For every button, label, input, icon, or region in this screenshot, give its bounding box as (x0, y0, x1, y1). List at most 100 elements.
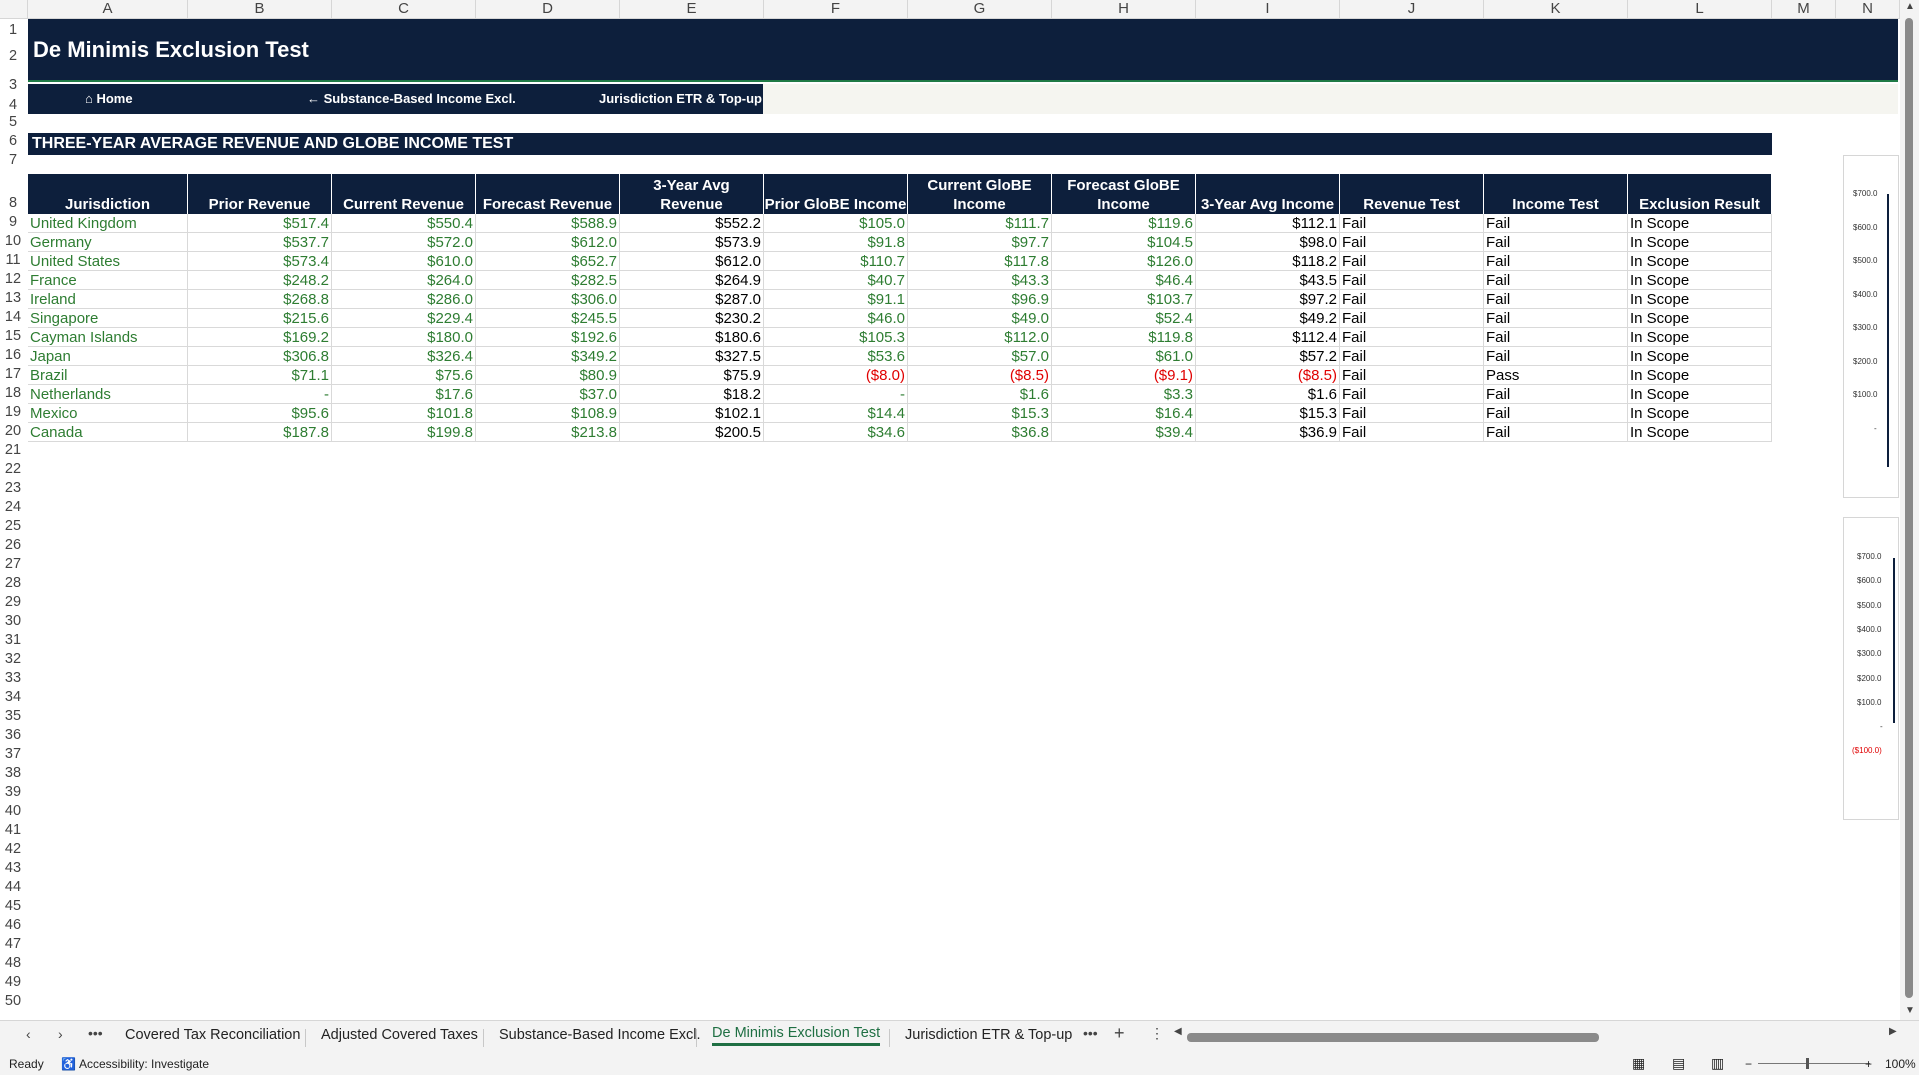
column-header[interactable]: L (1628, 0, 1772, 18)
table-cell[interactable]: $111.7 (908, 214, 1052, 233)
table-cell[interactable]: $264.9 (620, 271, 764, 290)
table-cell[interactable]: Fail (1340, 404, 1484, 423)
row-number[interactable]: 43 (0, 860, 26, 876)
column-header[interactable]: D (476, 0, 620, 18)
table-cell[interactable]: $53.6 (764, 347, 908, 366)
table-cell[interactable]: $286.0 (332, 290, 476, 309)
jurisdiction-cell[interactable]: Canada (28, 423, 188, 442)
table-cell[interactable]: $110.7 (764, 252, 908, 271)
table-cell[interactable]: $17.6 (332, 385, 476, 404)
table-cell[interactable]: $102.1 (620, 404, 764, 423)
sheet-tab[interactable]: Adjusted Covered Taxes (321, 1027, 478, 1043)
table-cell[interactable]: Fail (1340, 252, 1484, 271)
table-cell[interactable]: $43.5 (1196, 271, 1340, 290)
sheet-tab[interactable]: Covered Tax Reconciliation (125, 1027, 300, 1043)
more-tabs-icon[interactable]: ••• (1083, 1025, 1098, 1041)
jurisdiction-cell[interactable]: Netherlands (28, 385, 188, 404)
zoom-slider-thumb[interactable] (1806, 1058, 1809, 1069)
row-number[interactable]: 19 (0, 404, 26, 420)
row-number[interactable]: 8 (0, 195, 26, 211)
table-cell[interactable]: Fail (1484, 404, 1628, 423)
table-cell[interactable]: $3.3 (1052, 385, 1196, 404)
row-number[interactable]: 10 (0, 233, 26, 249)
table-cell[interactable]: Fail (1484, 385, 1628, 404)
jurisdiction-cell[interactable]: United States (28, 252, 188, 271)
table-cell[interactable]: $95.6 (188, 404, 332, 423)
next-sheet-link[interactable]: Jurisdiction ETR & Top-up Ta (599, 91, 762, 106)
table-cell[interactable]: $118.2 (1196, 252, 1340, 271)
table-cell[interactable]: $14.4 (764, 404, 908, 423)
table-cell[interactable]: $80.9 (476, 366, 620, 385)
home-link[interactable]: ⌂ Home (85, 91, 133, 106)
row-number[interactable]: 1 (0, 22, 26, 38)
table-cell[interactable]: $287.0 (620, 290, 764, 309)
table-cell[interactable]: $1.6 (1196, 385, 1340, 404)
table-cell[interactable]: $612.0 (620, 252, 764, 271)
row-number[interactable]: 33 (0, 670, 26, 686)
row-number[interactable]: 34 (0, 689, 26, 705)
table-cell[interactable]: In Scope (1628, 309, 1772, 328)
jurisdiction-cell[interactable]: Cayman Islands (28, 328, 188, 347)
kebab-menu-icon[interactable]: ⋮ (1150, 1025, 1164, 1042)
table-cell[interactable]: In Scope (1628, 328, 1772, 347)
table-cell[interactable]: ($8.5) (1196, 366, 1340, 385)
row-number[interactable]: 28 (0, 575, 26, 591)
table-cell[interactable]: ($8.5) (908, 366, 1052, 385)
row-number[interactable]: 44 (0, 879, 26, 895)
table-cell[interactable]: $552.2 (620, 214, 764, 233)
row-number[interactable]: 17 (0, 366, 26, 382)
table-cell[interactable]: $16.4 (1052, 404, 1196, 423)
table-cell[interactable]: $230.2 (620, 309, 764, 328)
table-cell[interactable]: In Scope (1628, 252, 1772, 271)
table-cell[interactable]: $537.7 (188, 233, 332, 252)
row-number[interactable]: 25 (0, 518, 26, 534)
table-cell[interactable]: $105.0 (764, 214, 908, 233)
table-cell[interactable]: $327.5 (620, 347, 764, 366)
column-header[interactable]: F (764, 0, 908, 18)
table-cell[interactable]: $61.0 (1052, 347, 1196, 366)
table-cell[interactable]: $268.8 (188, 290, 332, 309)
chevron-left-icon[interactable]: ‹ (26, 1026, 31, 1042)
table-cell[interactable]: $306.8 (188, 347, 332, 366)
row-number[interactable]: 39 (0, 784, 26, 800)
table-cell[interactable]: $245.5 (476, 309, 620, 328)
more-tabs-icon[interactable]: ••• (88, 1025, 103, 1041)
row-number[interactable]: 48 (0, 955, 26, 971)
row-number[interactable]: 4 (0, 97, 26, 113)
column-header[interactable]: M (1772, 0, 1836, 18)
row-number[interactable]: 18 (0, 385, 26, 401)
table-cell[interactable]: $36.8 (908, 423, 1052, 442)
table-cell[interactable]: Fail (1340, 214, 1484, 233)
chevron-right-icon[interactable]: › (58, 1026, 63, 1042)
table-cell[interactable]: $180.0 (332, 328, 476, 347)
table-cell[interactable]: $306.0 (476, 290, 620, 309)
row-number[interactable]: 15 (0, 328, 26, 344)
row-number[interactable]: 32 (0, 651, 26, 667)
table-cell[interactable]: $610.0 (332, 252, 476, 271)
table-cell[interactable]: $101.8 (332, 404, 476, 423)
table-cell[interactable]: $248.2 (188, 271, 332, 290)
table-cell[interactable]: $213.8 (476, 423, 620, 442)
row-number[interactable]: 20 (0, 423, 26, 439)
table-cell[interactable]: Fail (1484, 233, 1628, 252)
table-cell[interactable]: $1.6 (908, 385, 1052, 404)
table-cell[interactable]: In Scope (1628, 271, 1772, 290)
table-cell[interactable]: $112.1 (1196, 214, 1340, 233)
jurisdiction-cell[interactable]: France (28, 271, 188, 290)
table-cell[interactable]: Fail (1484, 328, 1628, 347)
accessibility-status[interactable]: Accessibility: Investigate (79, 1057, 209, 1071)
table-cell[interactable]: In Scope (1628, 214, 1772, 233)
table-cell[interactable]: $119.8 (1052, 328, 1196, 347)
table-cell[interactable]: $105.3 (764, 328, 908, 347)
normal-view-icon[interactable]: ▦ (1632, 1055, 1645, 1072)
income-chart[interactable]: $700.0 $600.0 $500.0 $400.0 $300.0 $200.0 $100… (1843, 517, 1899, 820)
table-cell[interactable]: $57.2 (1196, 347, 1340, 366)
table-cell[interactable]: $46.4 (1052, 271, 1196, 290)
table-cell[interactable]: $18.2 (620, 385, 764, 404)
zoom-in-icon[interactable]: + (1865, 1057, 1872, 1071)
sheet-tab[interactable]: Jurisdiction ETR & Top-up T (905, 1027, 1076, 1043)
sheet-tab[interactable]: Substance-Based Income Excl. (499, 1027, 701, 1043)
table-cell[interactable]: - (188, 385, 332, 404)
table-cell[interactable]: $40.7 (764, 271, 908, 290)
table-cell[interactable]: ($8.0) (764, 366, 908, 385)
